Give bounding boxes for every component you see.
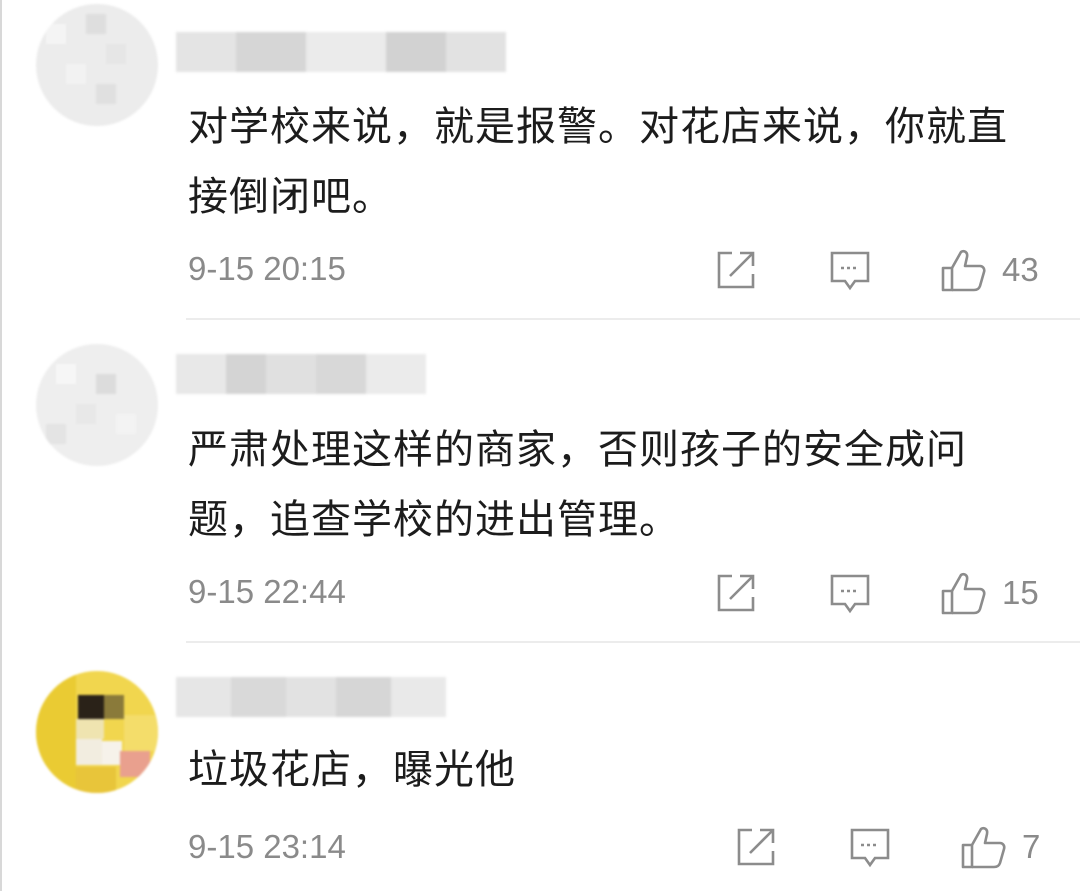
comment-icon bbox=[848, 826, 892, 870]
like-button[interactable]: 43 bbox=[940, 246, 1039, 294]
comment-icon bbox=[828, 572, 872, 616]
username-redacted[interactable] bbox=[176, 32, 506, 72]
thumbs-up-icon bbox=[960, 823, 1008, 871]
avatar[interactable] bbox=[36, 4, 158, 126]
avatar[interactable] bbox=[36, 344, 158, 466]
comment-timestamp: 9-15 20:15 bbox=[188, 250, 346, 287]
like-count: 15 bbox=[1002, 574, 1039, 611]
comment-timestamp: 9-15 23:14 bbox=[188, 828, 346, 865]
like-count: 43 bbox=[1002, 251, 1039, 288]
reply-button[interactable] bbox=[848, 826, 892, 870]
username-redacted[interactable] bbox=[176, 354, 426, 394]
like-button[interactable]: 7 bbox=[960, 823, 1040, 871]
username-redacted[interactable] bbox=[176, 677, 446, 717]
avatar[interactable] bbox=[36, 671, 158, 793]
thumbs-up-icon bbox=[940, 246, 988, 294]
share-icon bbox=[714, 571, 758, 615]
reply-button[interactable] bbox=[828, 572, 872, 616]
share-button[interactable] bbox=[714, 248, 758, 292]
comment-item: 垃圾花店，曝光他 9-15 23:14 7 bbox=[0, 643, 1080, 891]
comment-text: 严肃处理这样的商家，否则孩子的安全成问题，追查学校的进出管理。 bbox=[188, 427, 967, 543]
share-icon bbox=[734, 825, 778, 869]
share-icon bbox=[714, 248, 758, 292]
comment-timestamp: 9-15 22:44 bbox=[188, 573, 346, 610]
comment-text: 垃圾花店，曝光他 bbox=[188, 747, 516, 793]
like-count: 7 bbox=[1022, 828, 1041, 865]
comment-item: 严肃处理这样的商家，否则孩子的安全成问题，追查学校的进出管理。 9-15 22:… bbox=[0, 320, 1080, 642]
comment-text: 对学校来说，就是报警。对花店来说，你就直接倒闭吧。 bbox=[188, 104, 1008, 220]
share-button[interactable] bbox=[734, 825, 778, 869]
comment-item: 对学校来说，就是报警。对花店来说，你就直接倒闭吧。 9-15 20:15 43 bbox=[0, 0, 1080, 320]
comment-icon bbox=[828, 249, 872, 293]
share-button[interactable] bbox=[714, 571, 758, 615]
thumbs-up-icon bbox=[940, 569, 988, 617]
like-button[interactable]: 15 bbox=[940, 569, 1039, 617]
reply-button[interactable] bbox=[828, 249, 872, 293]
